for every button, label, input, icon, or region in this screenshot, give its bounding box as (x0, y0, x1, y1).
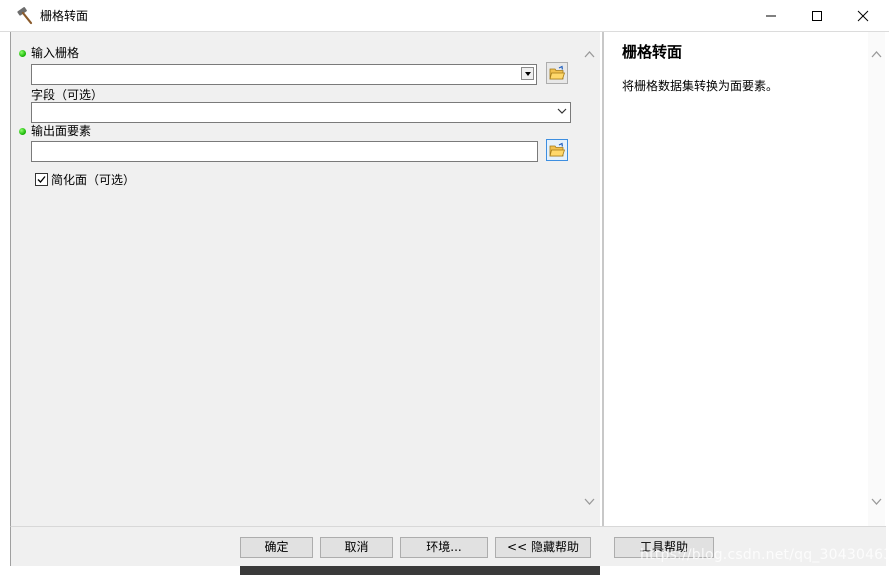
hide-help-button[interactable]: << 隐藏帮助 (495, 537, 591, 558)
close-button[interactable] (840, 0, 886, 32)
help-description: 将栅格数据集转换为面要素。 (622, 79, 779, 93)
field-label: 字段（可选） (31, 88, 104, 102)
minimize-button[interactable] (748, 0, 794, 32)
maximize-icon (812, 11, 822, 21)
checkmark-icon (37, 176, 46, 183)
cancel-button[interactable]: 取消 (320, 537, 393, 558)
field-combo[interactable] (31, 102, 571, 123)
background-image-strip (240, 566, 600, 575)
dropdown-arrow-icon[interactable] (521, 67, 534, 80)
help-scrollbar[interactable] (868, 32, 885, 526)
maximize-button[interactable] (794, 0, 840, 32)
chevron-up-icon[interactable] (584, 50, 595, 58)
required-indicator-icon (19, 128, 26, 135)
hammer-icon (16, 7, 34, 25)
help-pane: 栅格转面 将栅格数据集转换为面要素。 (602, 32, 886, 526)
title-bar[interactable]: 栅格转面 (0, 0, 889, 32)
chevron-down-icon[interactable] (871, 498, 882, 506)
folder-open-icon (549, 65, 565, 80)
output-features-label: 输出面要素 (31, 124, 92, 138)
output-features-input[interactable] (31, 141, 538, 162)
input-raster-label: 输入栅格 (31, 46, 80, 60)
folder-open-icon (549, 142, 565, 157)
chevron-up-icon[interactable] (871, 50, 882, 58)
input-raster-combo[interactable] (31, 64, 537, 85)
parameters-pane: 输入栅格 字段（可选） 输出面要素 简化面（可选） (10, 32, 600, 526)
output-features-browse-button[interactable] (546, 139, 568, 161)
required-indicator-icon (19, 50, 26, 57)
close-icon (857, 10, 869, 22)
watermark-text: https://blog.csdn.net/qq_30430463 (640, 547, 889, 563)
ok-button[interactable]: 确定 (240, 537, 313, 558)
minimize-icon (766, 15, 776, 17)
input-raster-browse-button[interactable] (546, 62, 568, 84)
help-title: 栅格转面 (622, 43, 683, 61)
simplify-checkbox[interactable] (35, 173, 48, 186)
chevron-down-icon[interactable] (584, 498, 595, 506)
window-title: 栅格转面 (40, 9, 89, 23)
simplify-label: 简化面（可选） (51, 173, 136, 187)
parameters-scrollbar[interactable] (581, 32, 598, 526)
environments-button[interactable]: 环境... (400, 537, 488, 558)
chevron-down-icon[interactable] (557, 108, 567, 115)
